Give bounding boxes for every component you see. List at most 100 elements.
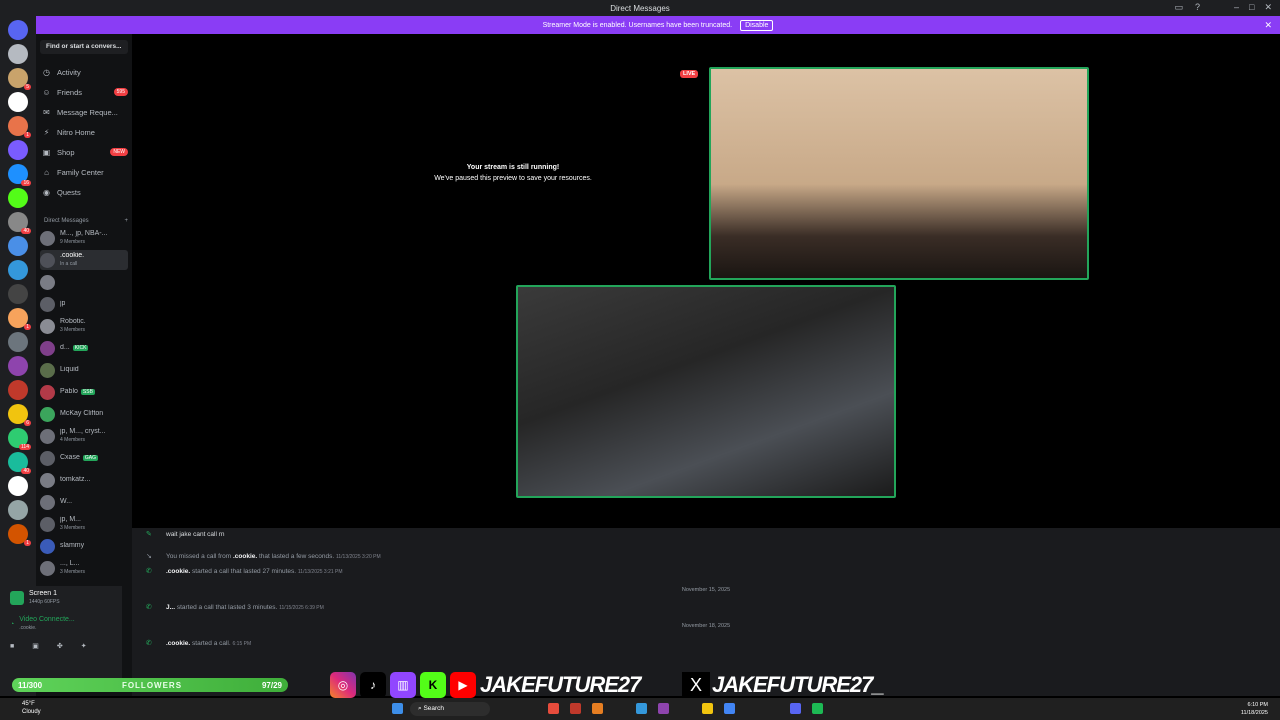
- dm-name: .cookie.: [60, 252, 85, 259]
- server-icon[interactable]: 5: [8, 68, 31, 90]
- avatar: [40, 538, 55, 554]
- server-icon[interactable]: 114: [8, 428, 31, 450]
- app-icon[interactable]: [636, 703, 647, 714]
- dm-name: slammy: [60, 542, 85, 549]
- dm-item[interactable]: M..., jp, NBA-... 9 Members: [40, 228, 128, 248]
- dm-name: jp: [60, 300, 66, 307]
- video-tile-1[interactable]: [709, 67, 1089, 280]
- server-icon[interactable]: [8, 44, 28, 64]
- inbox-icon[interactable]: ▭: [1174, 2, 1183, 13]
- x-icon: X: [682, 672, 710, 698]
- clock-time: 6:10 PM: [1247, 702, 1268, 708]
- server-icon[interactable]: [8, 20, 28, 40]
- app-icon[interactable]: [592, 703, 603, 714]
- screen-share-icon: [10, 591, 24, 605]
- dm-item[interactable]: tomkatz...: [40, 470, 128, 490]
- app-icon[interactable]: [548, 703, 559, 714]
- message-user[interactable]: J...: [166, 604, 175, 611]
- server-icon[interactable]: [8, 236, 28, 256]
- server-icon[interactable]: 1: [8, 308, 31, 330]
- avatar: [40, 318, 55, 334]
- server-icon[interactable]: [8, 284, 28, 304]
- soundboard-icon[interactable]: ✦: [81, 642, 87, 650]
- dm-item[interactable]: jp, M... 3 Members: [40, 514, 128, 534]
- nav-badge: 595: [113, 88, 128, 96]
- nav-label: Message Reque...: [57, 107, 118, 117]
- server-icon[interactable]: [8, 332, 28, 352]
- taskbar-clock[interactable]: 6:10 PM 11/18/2025: [1241, 701, 1268, 717]
- help-icon[interactable]: ?: [1195, 2, 1200, 13]
- screen-share-button[interactable]: ▣: [32, 642, 39, 650]
- dm-item[interactable]: [40, 272, 128, 292]
- nav-item[interactable]: ◉ Quests: [42, 184, 128, 200]
- close-icon[interactable]: ✕: [1264, 20, 1272, 31]
- server-icon[interactable]: [8, 500, 28, 520]
- nav-item[interactable]: ☺ Friends 595: [42, 84, 128, 100]
- dm-item[interactable]: Robotic. 3 Members: [40, 316, 128, 336]
- dm-item[interactable]: Liquid: [40, 360, 128, 380]
- find-conversation-input[interactable]: Find or start a convers...: [40, 40, 128, 54]
- server-icon[interactable]: [8, 188, 28, 208]
- server-icon[interactable]: 1: [8, 116, 31, 138]
- server-icon[interactable]: 40: [8, 212, 31, 234]
- dm-subtitle: In a call: [60, 261, 78, 267]
- taskbar-search[interactable]: ⌕ Search: [410, 702, 490, 716]
- disable-button[interactable]: Disable: [740, 19, 774, 31]
- nav-icon: ▣: [42, 147, 51, 157]
- server-icon[interactable]: [8, 476, 28, 496]
- dm-item[interactable]: Cxase GAG: [40, 448, 128, 468]
- start-icon[interactable]: [392, 703, 403, 714]
- message-user[interactable]: .cookie.: [166, 568, 190, 575]
- server-icon[interactable]: 1: [8, 524, 31, 546]
- server-badge: 40: [21, 468, 31, 474]
- server-icon[interactable]: 6: [8, 404, 31, 426]
- server-icon[interactable]: [8, 260, 28, 280]
- dm-item[interactable]: .cookie. In a call: [40, 250, 128, 270]
- server-icon[interactable]: [8, 356, 28, 376]
- voice-panel: Screen 1 1440p 60FPS ◔ Video Connecte...…: [4, 586, 122, 682]
- server-icon[interactable]: [8, 92, 28, 112]
- message-user[interactable]: .cookie.: [166, 640, 190, 647]
- server-icon[interactable]: 16: [8, 164, 31, 186]
- add-dm-icon[interactable]: +: [124, 218, 128, 224]
- nav-item[interactable]: ⌂ Family Center: [42, 164, 128, 180]
- server-badge: 1: [24, 540, 31, 546]
- app-icon[interactable]: [570, 703, 581, 714]
- server-icon[interactable]: 40: [8, 452, 31, 474]
- banner-text: Streamer Mode is enabled. Usernames have…: [542, 21, 733, 29]
- server-badge: 1: [24, 132, 31, 138]
- dm-item[interactable]: Pablo SSB: [40, 382, 128, 402]
- maximize-button[interactable]: □: [1249, 2, 1254, 13]
- server-icon[interactable]: [8, 140, 28, 160]
- close-window-button[interactable]: ✕: [1264, 2, 1272, 13]
- avatar: [40, 230, 55, 246]
- message-user[interactable]: .cookie.: [233, 553, 257, 560]
- dm-item[interactable]: slammy: [40, 536, 128, 556]
- camera-icon[interactable]: ■: [10, 643, 14, 650]
- app-icon[interactable]: [702, 703, 713, 714]
- activities-icon[interactable]: ✤: [57, 642, 63, 650]
- nav-item[interactable]: ◷ Activity: [42, 64, 128, 80]
- dm-name: jp, M...: [60, 516, 82, 523]
- app-icon[interactable]: [790, 703, 801, 714]
- chat-message: ↘ You missed a call from .cookie. that la…: [146, 552, 381, 561]
- nav-item[interactable]: ✉ Message Reque...: [42, 104, 128, 120]
- nav-item[interactable]: ⚡ Nitro Home: [42, 124, 128, 140]
- dm-item[interactable]: ..., L... 3 Members: [40, 558, 128, 578]
- dm-item[interactable]: jp: [40, 294, 128, 314]
- app-icon[interactable]: [724, 703, 735, 714]
- minimize-button[interactable]: –: [1234, 2, 1239, 13]
- dm-item[interactable]: W...: [40, 492, 128, 512]
- message-body: .cookie. started a call. 6:15 PM: [166, 640, 251, 647]
- video-tile-2[interactable]: [516, 285, 896, 498]
- nav-item[interactable]: ▣ Shop NEW: [42, 144, 128, 160]
- app-icon[interactable]: [658, 703, 669, 714]
- dm-item[interactable]: McKay Clifton: [40, 404, 128, 424]
- dm-item[interactable]: d... KICK: [40, 338, 128, 358]
- app-icon[interactable]: [812, 703, 823, 714]
- dm-item[interactable]: jp, M..., cryst... 4 Members: [40, 426, 128, 446]
- server-icon[interactable]: [8, 380, 28, 400]
- message-body: .cookie. started a call that lasted 27 m…: [166, 568, 343, 575]
- weather-widget[interactable]: 45°F Cloudy: [22, 700, 41, 716]
- reply-icon: ✎: [146, 531, 152, 538]
